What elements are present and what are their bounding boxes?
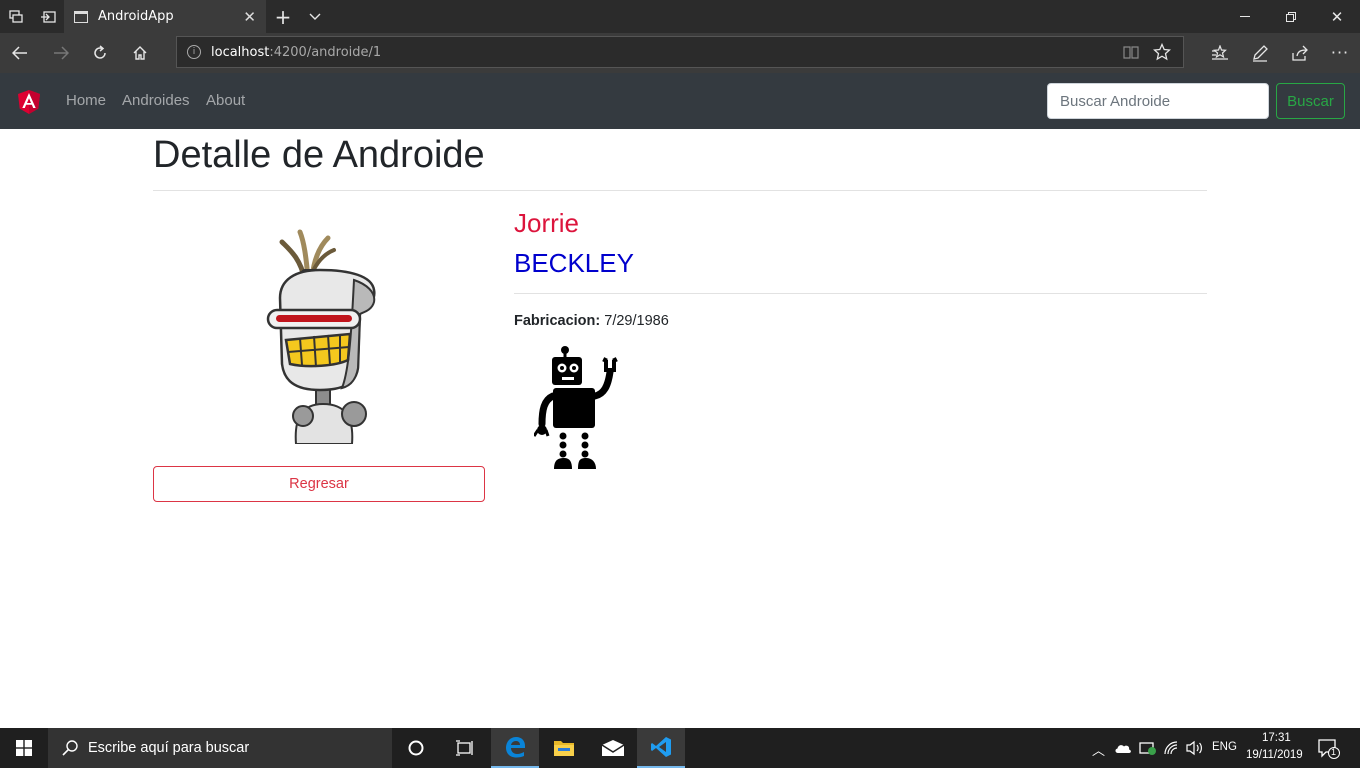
edge-browser-icon[interactable] bbox=[491, 728, 539, 768]
back-arrow-icon[interactable] bbox=[6, 36, 34, 69]
tab-preview-icon[interactable] bbox=[4, 0, 28, 33]
nav-link-about[interactable]: About bbox=[206, 92, 245, 109]
windows-start-icon[interactable] bbox=[0, 728, 48, 768]
task-view-icon[interactable] bbox=[440, 728, 488, 768]
taskbar-search-box[interactable]: Escribe aquí para buscar bbox=[48, 728, 392, 768]
browser-address-bar: i localhost:4200/androide/1 ··· bbox=[0, 33, 1360, 73]
mail-icon[interactable] bbox=[589, 728, 637, 768]
url-path: :4200/androide/1 bbox=[269, 44, 382, 60]
share-icon[interactable] bbox=[1286, 36, 1314, 69]
page-title: Detalle de Androide bbox=[153, 134, 485, 176]
search-icon bbox=[62, 740, 78, 756]
android-image bbox=[266, 229, 376, 444]
browser-tab-bar: AndroidApp ✕ + ✕ bbox=[0, 0, 1360, 33]
back-button[interactable]: Regresar bbox=[153, 466, 485, 502]
tray-chevron-icon[interactable]: ︿ bbox=[1092, 740, 1105, 759]
taskbar-search-placeholder: Escribe aquí para buscar bbox=[88, 740, 250, 756]
tab-title: AndroidApp bbox=[98, 9, 174, 24]
reading-view-icon[interactable] bbox=[1123, 45, 1139, 63]
wifi-icon[interactable] bbox=[1163, 740, 1179, 756]
forward-arrow-icon[interactable] bbox=[47, 36, 75, 69]
new-tab-icon[interactable]: + bbox=[270, 0, 296, 33]
onedrive-icon[interactable] bbox=[1114, 742, 1132, 754]
app-navbar: Home Androides About Buscar bbox=[0, 73, 1360, 129]
search-button[interactable]: Buscar bbox=[1276, 83, 1345, 119]
restore-icon[interactable] bbox=[1268, 0, 1314, 33]
tab-close-icon[interactable]: ✕ bbox=[243, 8, 256, 26]
angular-logo-icon[interactable] bbox=[18, 90, 40, 114]
minimize-icon[interactable] bbox=[1222, 0, 1268, 33]
site-info-icon[interactable]: i bbox=[187, 45, 201, 59]
file-explorer-icon[interactable] bbox=[540, 728, 588, 768]
notification-count: 1 bbox=[1331, 747, 1337, 757]
refresh-icon[interactable] bbox=[86, 36, 114, 69]
fabricacion-info: Fabricacion: 7/29/1986 bbox=[514, 313, 669, 329]
name-divider bbox=[514, 293, 1207, 294]
volume-icon[interactable] bbox=[1186, 740, 1204, 756]
vscode-icon[interactable] bbox=[637, 728, 685, 768]
fabricacion-label: Fabricacion: bbox=[514, 313, 601, 329]
clock-time[interactable]: 17:31 bbox=[1262, 732, 1291, 744]
robot-icon bbox=[534, 346, 618, 469]
favorite-star-icon[interactable] bbox=[1152, 42, 1172, 65]
android-last-name: BECKLEY bbox=[514, 248, 634, 278]
url-field[interactable]: i localhost:4200/androide/1 bbox=[176, 36, 1184, 68]
nav-link-home[interactable]: Home bbox=[66, 92, 106, 109]
cortana-icon[interactable] bbox=[392, 728, 440, 768]
close-window-icon[interactable]: ✕ bbox=[1314, 0, 1360, 33]
page-icon bbox=[74, 10, 88, 23]
more-options-icon[interactable]: ··· bbox=[1326, 36, 1354, 69]
windows-taskbar: Escribe aquí para buscar ︿ ENG 17:31 19/… bbox=[0, 728, 1360, 768]
tab-list-chevron-icon[interactable] bbox=[302, 0, 328, 33]
set-aside-tabs-icon[interactable] bbox=[36, 0, 60, 33]
web-note-pen-icon[interactable] bbox=[1246, 36, 1274, 69]
tab-androidapp[interactable]: AndroidApp ✕ bbox=[64, 0, 266, 33]
home-icon[interactable] bbox=[126, 36, 154, 69]
action-center-icon[interactable] bbox=[1318, 739, 1340, 759]
favorites-hub-icon[interactable] bbox=[1206, 36, 1234, 69]
nav-link-androides[interactable]: Androides bbox=[122, 92, 190, 109]
defender-icon[interactable] bbox=[1139, 741, 1157, 755]
fabricacion-value: 7/29/1986 bbox=[604, 313, 669, 329]
title-divider bbox=[153, 190, 1207, 191]
url-host: localhost bbox=[211, 44, 270, 60]
language-indicator[interactable]: ENG bbox=[1212, 741, 1237, 753]
search-input[interactable] bbox=[1047, 83, 1269, 119]
clock-date[interactable]: 19/11/2019 bbox=[1246, 749, 1303, 761]
android-first-name: Jorrie bbox=[514, 208, 580, 238]
